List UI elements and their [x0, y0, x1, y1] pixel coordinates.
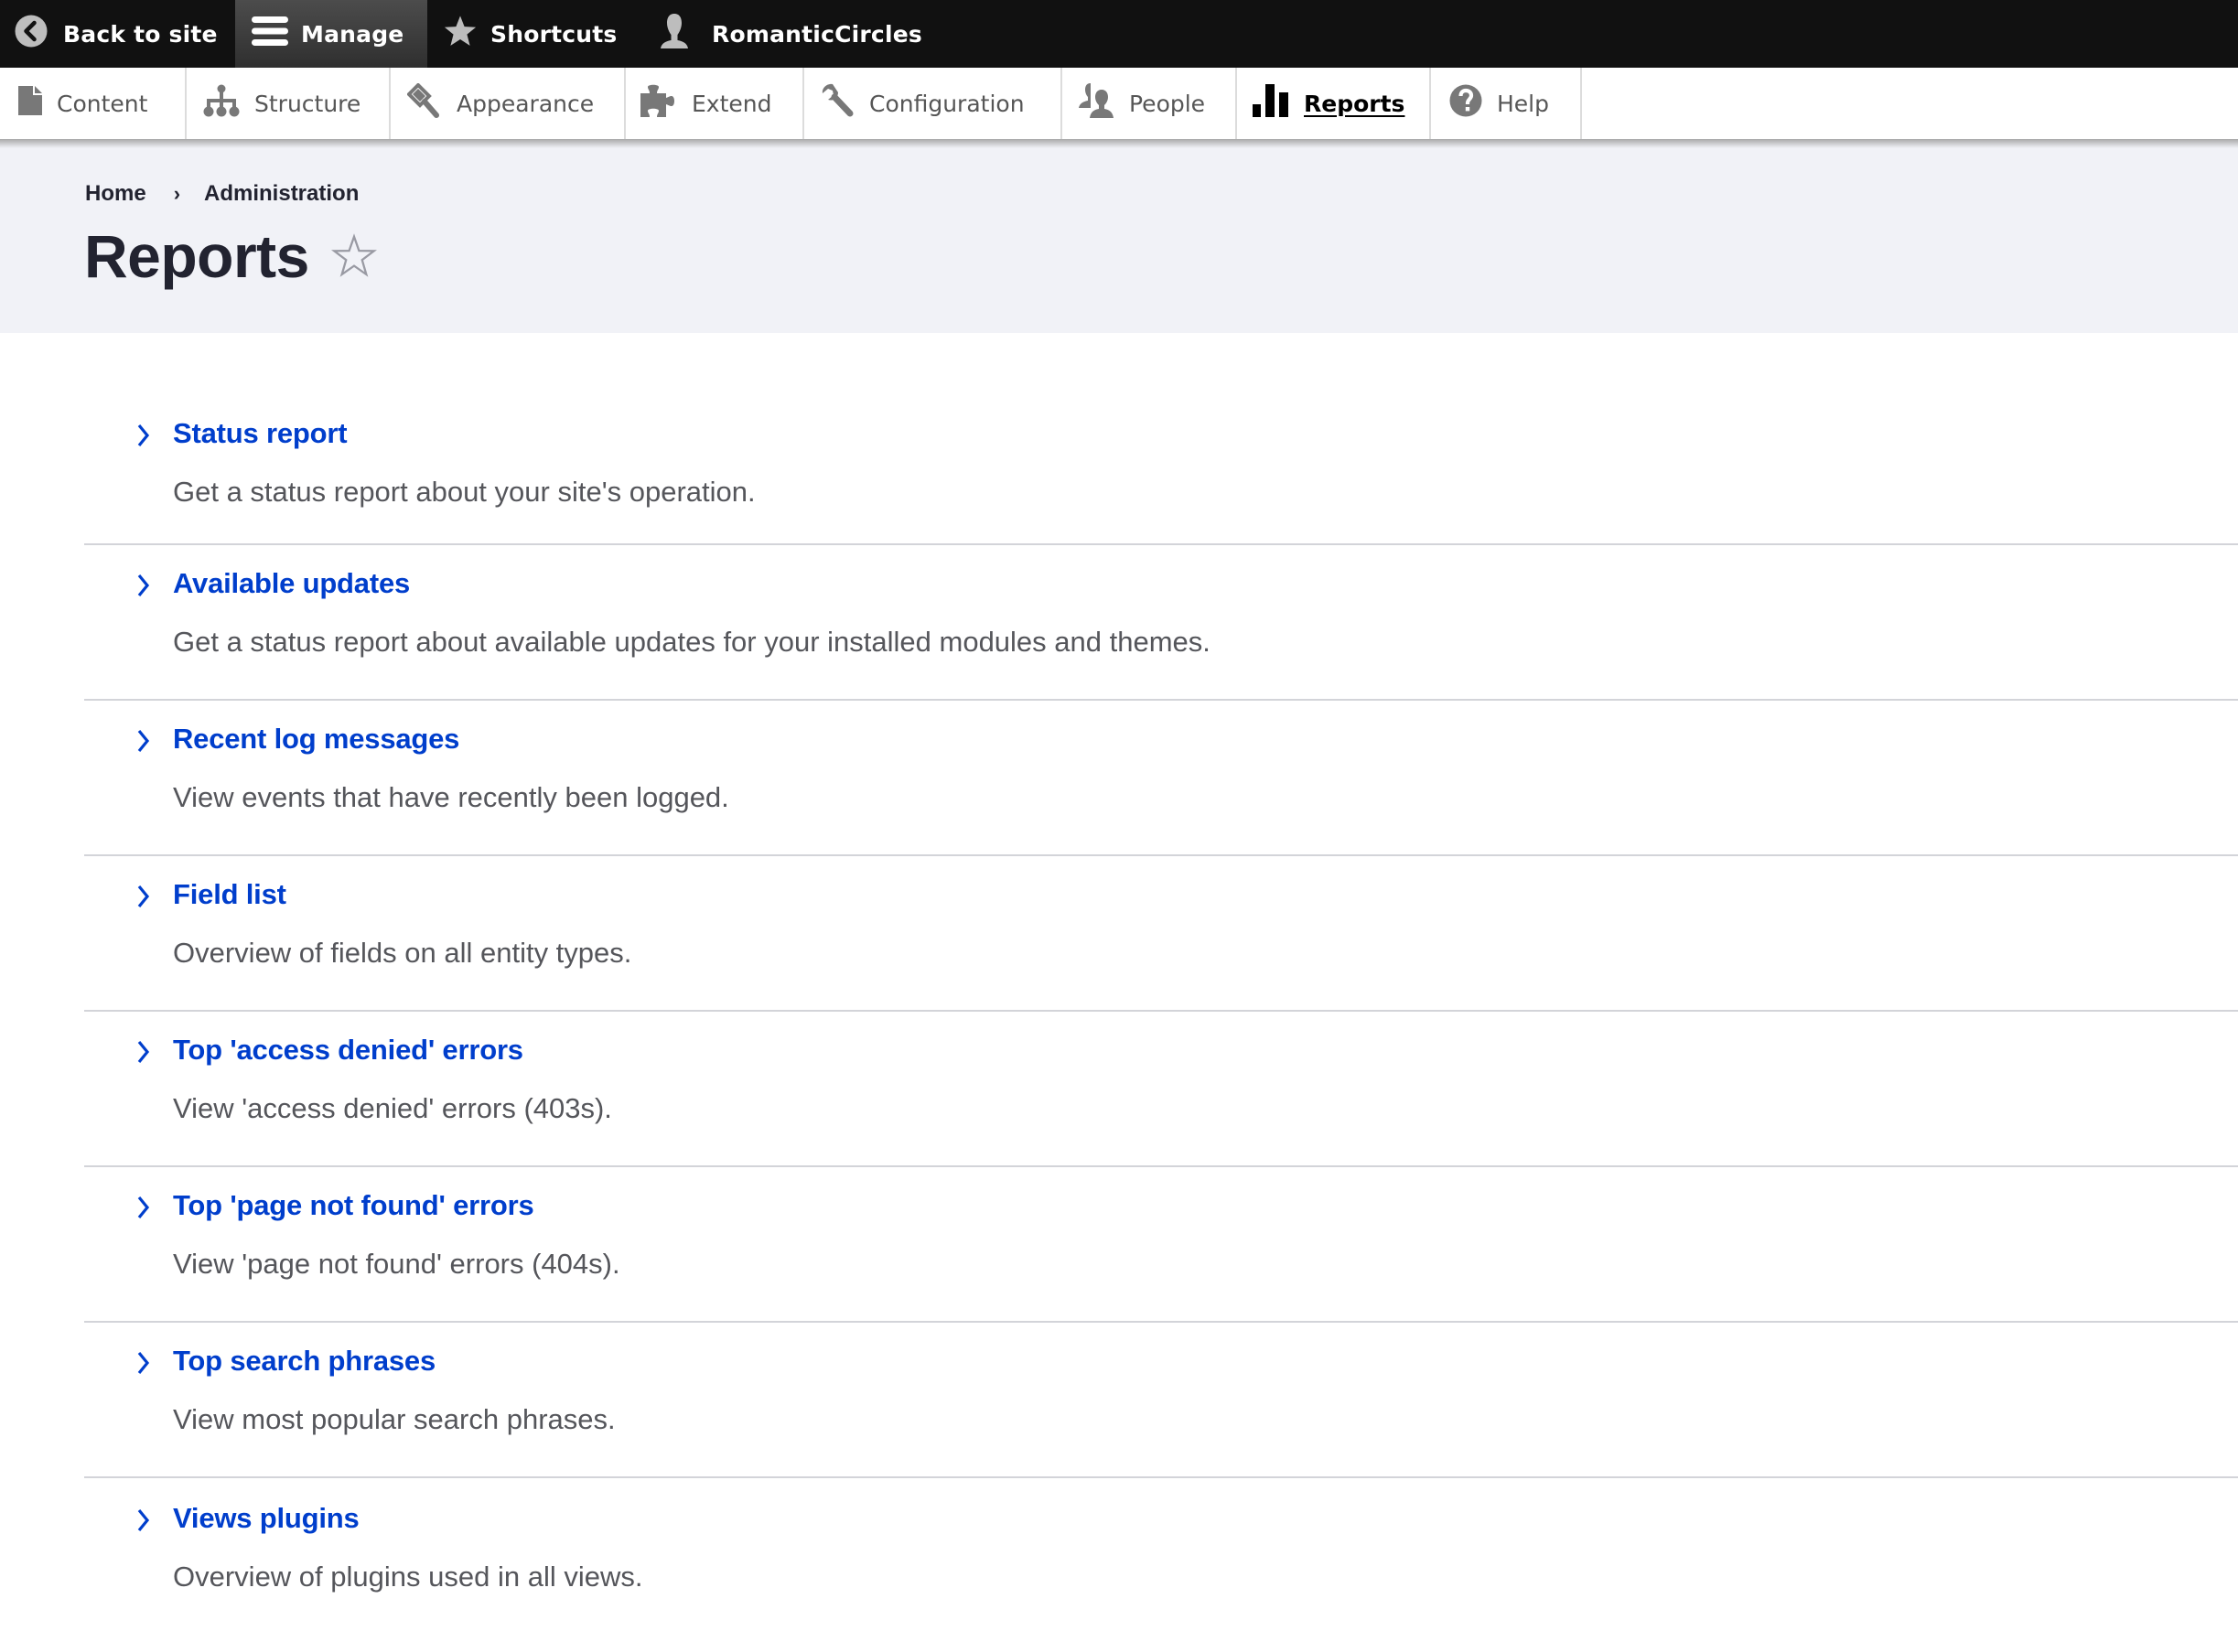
tray-tab-label: Configuration: [869, 90, 1025, 117]
list-item: Top 'page not found' errors View 'page n…: [84, 1167, 2238, 1323]
user-label: RomanticCircles: [712, 20, 922, 48]
page-title: Reports: [84, 222, 309, 290]
tray-shadow: [0, 139, 2238, 148]
tray-tab-structure[interactable]: Structure: [187, 68, 391, 139]
breadcrumb-home[interactable]: Home: [85, 181, 146, 207]
chevron-right-icon[interactable]: [135, 884, 152, 909]
report-description: View events that have recently been logg…: [173, 781, 729, 813]
tray-tab-people[interactable]: People: [1062, 68, 1237, 139]
list-item: Available updates Get a status report ab…: [84, 545, 2238, 701]
list-item: Field list Overview of fields on all ent…: [84, 856, 2238, 1012]
tray-tab-extend[interactable]: Extend: [626, 68, 804, 139]
breadcrumb-separator: ›: [173, 182, 181, 205]
bar-chart-icon: [1253, 84, 1289, 123]
admin-toolbar: Back to site Manage Shortcuts RomanticCi…: [0, 0, 2238, 68]
back-to-site-label: Back to site: [63, 20, 218, 48]
chevron-right-icon[interactable]: [135, 1350, 152, 1376]
report-link[interactable]: Views plugins: [173, 1502, 360, 1535]
breadcrumb-administration[interactable]: Administration: [204, 181, 359, 207]
hamburger-icon: [252, 15, 288, 53]
user-tab[interactable]: RomanticCircles: [657, 0, 922, 68]
manage-label: Manage: [301, 20, 404, 48]
tray-tab-label: Help: [1497, 90, 1549, 117]
chevron-right-icon[interactable]: [135, 573, 152, 598]
report-description: Get a status report about your site's op…: [173, 476, 756, 508]
tray-tab-configuration[interactable]: Configuration: [804, 68, 1062, 139]
people-icon: [1078, 82, 1114, 124]
list-item: Recent log messages View events that hav…: [84, 701, 2238, 856]
page-title-row: Reports: [84, 221, 377, 291]
chevron-right-icon[interactable]: [135, 728, 152, 754]
chevron-right-icon[interactable]: [135, 423, 152, 448]
chevron-right-icon[interactable]: [135, 1039, 152, 1065]
puzzle-icon: [640, 84, 677, 123]
tray-tab-appearance[interactable]: Appearance: [391, 68, 626, 139]
wrench-icon: [820, 83, 855, 123]
list-item: Status report Get a status report about …: [84, 333, 2238, 545]
breadcrumb: Home › Administration: [85, 181, 359, 207]
list-item: Top search phrases View most popular sea…: [84, 1323, 2238, 1478]
report-link[interactable]: Top 'access denied' errors: [173, 1034, 523, 1067]
report-description: Overview of fields on all entity types.: [173, 937, 632, 969]
help-icon: [1449, 84, 1482, 123]
report-link[interactable]: Status report: [173, 417, 348, 450]
report-description: Overview of plugins used in all views.: [173, 1561, 643, 1593]
report-link[interactable]: Recent log messages: [173, 723, 459, 756]
tray-tab-label: Reports: [1304, 90, 1405, 117]
admin-menu-tray: Content Structure Appearance Extend Conf…: [0, 68, 2238, 139]
chevron-right-icon[interactable]: [135, 1195, 152, 1220]
tray-tab-help[interactable]: Help: [1431, 68, 1582, 139]
shortcuts-label: Shortcuts: [490, 20, 618, 48]
shortcuts-tab[interactable]: Shortcuts: [443, 0, 618, 68]
tray-tab-label: Structure: [254, 90, 361, 117]
list-item: Views plugins Overview of plugins used i…: [84, 1478, 2238, 1634]
report-link[interactable]: Available updates: [173, 567, 410, 600]
tray-tab-label: Content: [57, 90, 148, 117]
report-link[interactable]: Field list: [173, 878, 286, 911]
paintbrush-icon: [406, 82, 442, 123]
report-description: View 'page not found' errors (404s).: [173, 1248, 620, 1280]
report-description: Get a status report about available upda…: [173, 626, 1210, 658]
list-item: Top 'access denied' errors View 'access …: [84, 1012, 2238, 1167]
manage-tab[interactable]: Manage: [235, 0, 427, 68]
user-icon: [657, 13, 692, 55]
add-shortcut-star-icon[interactable]: [330, 233, 377, 279]
report-link[interactable]: Top search phrases: [173, 1345, 436, 1378]
page-header: Home › Administration Reports: [0, 139, 2238, 333]
back-arrow-icon: [15, 15, 48, 53]
back-to-site-link[interactable]: Back to site: [15, 0, 218, 68]
star-icon: [443, 14, 478, 54]
reports-list: Status report Get a status report about …: [84, 333, 2238, 1634]
tray-tab-content[interactable]: Content: [0, 68, 187, 139]
tray-tab-label: Appearance: [457, 90, 595, 117]
chevron-right-icon[interactable]: [135, 1507, 152, 1533]
report-link[interactable]: Top 'page not found' errors: [173, 1189, 534, 1222]
sitemap-icon: [203, 84, 240, 123]
report-description: View 'access denied' errors (403s).: [173, 1092, 612, 1124]
tray-tab-label: People: [1129, 90, 1206, 117]
file-icon: [18, 86, 42, 121]
tray-tab-reports[interactable]: Reports: [1237, 68, 1431, 139]
report-description: View most popular search phrases.: [173, 1403, 616, 1435]
tray-tab-label: Extend: [692, 90, 772, 117]
